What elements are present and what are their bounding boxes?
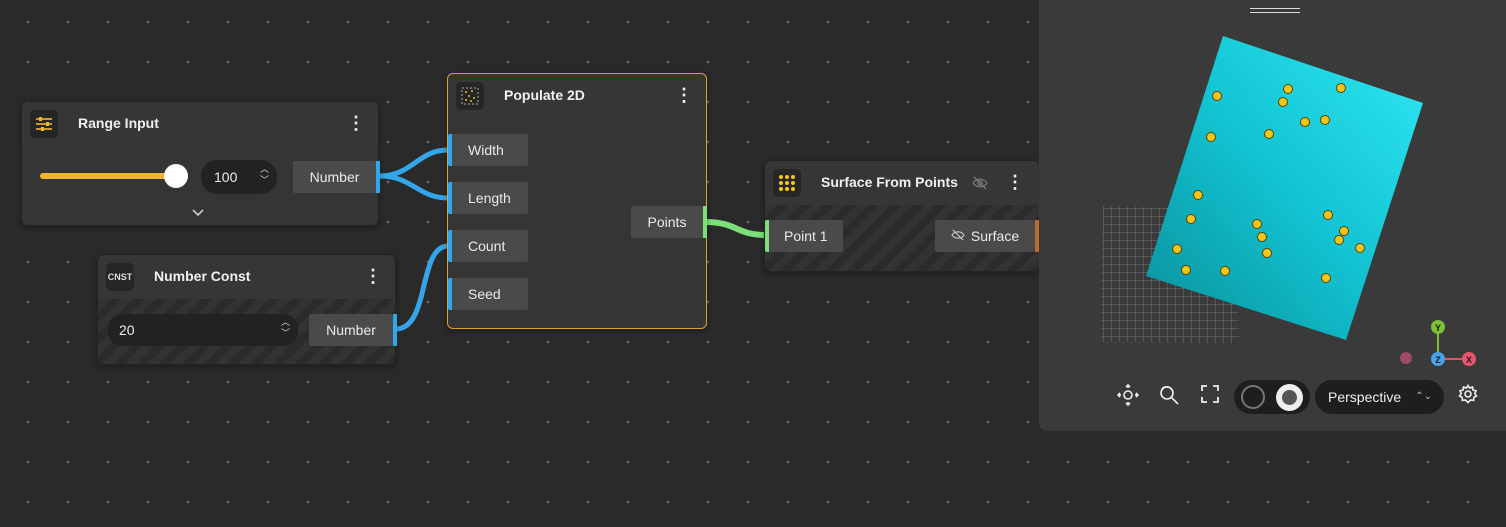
port-label: Points xyxy=(647,214,687,230)
output-port-number[interactable]: Number xyxy=(293,161,380,193)
input-port-width[interactable]: Width xyxy=(448,134,528,166)
axis-z-label: Z xyxy=(1435,355,1441,365)
scatter-points-icon xyxy=(456,82,484,110)
wire-range-to-length xyxy=(379,173,449,201)
sliders-icon xyxy=(30,110,58,138)
fullscreen-icon[interactable] xyxy=(1197,384,1223,410)
range-input-node[interactable]: Range Input ⋮ 100 ︿ ﹀ Number xyxy=(21,101,380,226)
port-label: Surface xyxy=(970,228,1020,244)
stepper-arrows-icon[interactable]: ︿ ﹀ xyxy=(281,317,290,339)
camera-mode-value: Perspective xyxy=(1328,389,1402,405)
port-label: Width xyxy=(468,142,504,158)
input-port-count[interactable]: Count xyxy=(448,230,528,262)
range-value: 100 xyxy=(214,169,238,185)
axis-x-label: X xyxy=(1466,355,1472,365)
zoom-fit-icon[interactable] xyxy=(1156,384,1182,410)
settings-icon[interactable] xyxy=(1455,384,1481,410)
node-header[interactable]: CNST Number Const ⋮ xyxy=(98,255,395,299)
stepper-arrows-icon[interactable]: ︿ ﹀ xyxy=(260,164,269,186)
range-value-stepper[interactable]: 100 ︿ ﹀ xyxy=(201,160,277,194)
const-badge-icon: CNST xyxy=(106,263,134,291)
input-port-length[interactable]: Length xyxy=(448,182,528,214)
output-port-points[interactable]: Points xyxy=(631,206,707,238)
select-arrows-icon: ⌃⌄ xyxy=(1415,391,1432,402)
input-port-seed[interactable]: Seed xyxy=(448,278,528,310)
const-value: 20 xyxy=(119,322,135,338)
node-menu-button[interactable]: ⋮ xyxy=(1006,173,1024,193)
output-port-surface[interactable]: Surface xyxy=(935,220,1039,252)
port-label: Count xyxy=(468,238,506,254)
node-menu-button[interactable]: ⋮ xyxy=(675,86,693,106)
node-header[interactable]: Populate 2D ⋮ xyxy=(448,74,706,118)
port-label: Number xyxy=(309,169,360,185)
camera-mode-select[interactable]: Perspective ⌃⌄ xyxy=(1315,380,1444,414)
port-label: Number xyxy=(326,322,376,338)
node-title: Populate 2D xyxy=(504,87,585,103)
axis-y-label: Y xyxy=(1435,323,1441,333)
range-slider-thumb[interactable] xyxy=(163,164,188,188)
const-value-input[interactable]: 20 ︿ ﹀ xyxy=(108,314,298,346)
shaded-toggle[interactable] xyxy=(1276,384,1303,411)
render-mode-toggle[interactable] xyxy=(1234,380,1310,414)
node-title: Range Input xyxy=(78,115,159,131)
chevron-down-icon[interactable] xyxy=(192,206,204,220)
node-title: Surface From Points xyxy=(821,174,958,190)
axis-gizmo: Y X Z xyxy=(1400,320,1476,366)
input-port-point-1[interactable]: Point 1 xyxy=(765,220,843,252)
eye-off-icon[interactable] xyxy=(972,176,988,195)
port-connector[interactable] xyxy=(376,161,380,193)
port-label: Seed xyxy=(468,286,501,302)
port-connector[interactable] xyxy=(393,314,397,346)
wire-range-to-width xyxy=(379,147,449,179)
viewport-scene[interactable]: Y X Z xyxy=(1039,0,1506,431)
wire-const-to-count xyxy=(395,243,449,332)
wire-points-to-point1 xyxy=(704,219,767,238)
grid-dots-icon xyxy=(773,169,801,197)
port-connector[interactable] xyxy=(703,206,707,238)
number-const-node[interactable]: CNST Number Const ⋮ 20 ︿ ﹀ Number xyxy=(97,254,397,365)
node-menu-button[interactable]: ⋮ xyxy=(347,114,365,134)
port-label: Length xyxy=(468,190,511,206)
node-title: Number Const xyxy=(154,268,251,284)
output-port-number[interactable]: Number xyxy=(309,314,397,346)
3d-viewport[interactable]: Y X Z Perspective ⌃⌄ xyxy=(1039,0,1506,431)
node-header[interactable]: Range Input ⋮ xyxy=(22,102,378,146)
node-menu-button[interactable]: ⋮ xyxy=(364,267,382,287)
orbit-icon[interactable] xyxy=(1115,383,1141,410)
populate-2d-node[interactable]: Populate 2D ⋮ Width Length Count Seed Po… xyxy=(447,73,707,329)
range-slider-track[interactable] xyxy=(40,173,176,179)
port-label: Point 1 xyxy=(784,228,828,244)
surface-from-points-node[interactable]: Surface From Points ⋮ Point 1 Surface xyxy=(764,160,1040,272)
eye-off-icon xyxy=(951,228,965,244)
wireframe-toggle[interactable] xyxy=(1241,385,1265,409)
node-header[interactable]: Surface From Points ⋮ xyxy=(765,161,1039,205)
